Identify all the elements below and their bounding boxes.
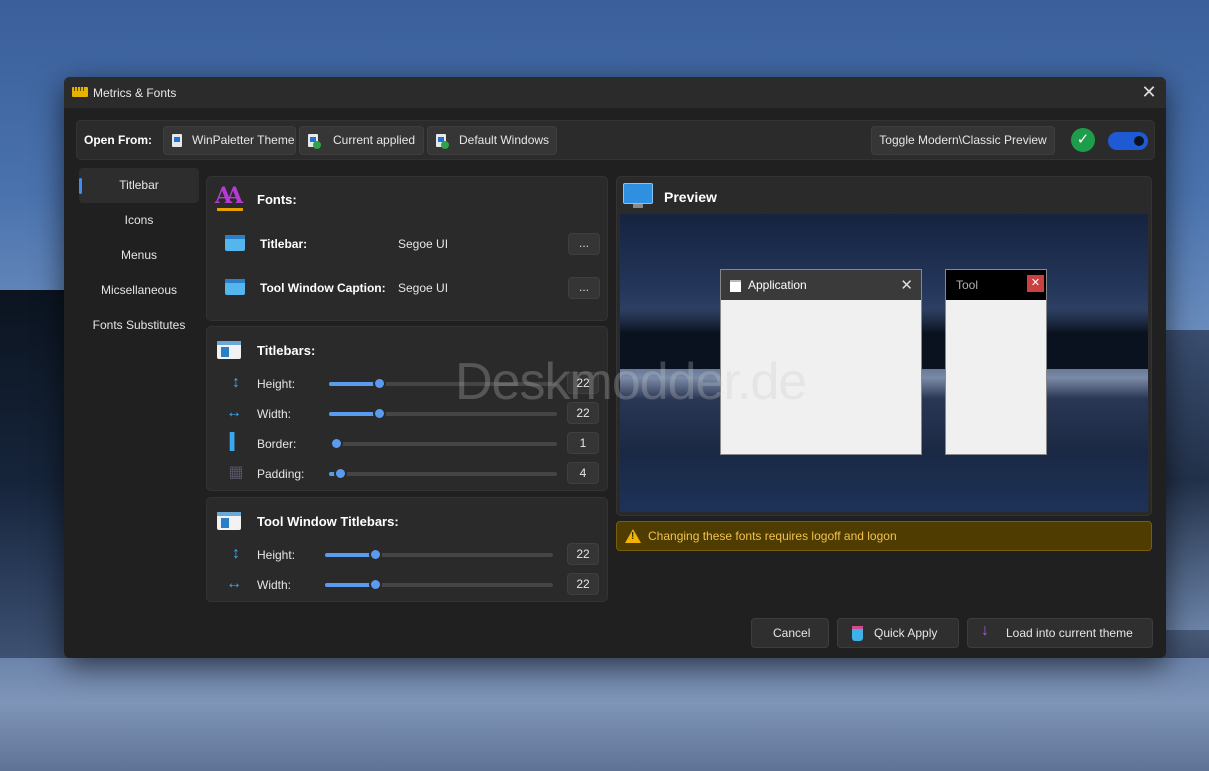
preview-toggle-switch[interactable] [1108,132,1148,150]
app-window-icon [730,280,741,292]
titlebar-window-icon [217,341,241,359]
titlebars-title: Titlebars: [257,343,316,358]
quick-apply-button[interactable]: Quick Apply [837,618,959,648]
tool-width-slider[interactable] [325,580,553,589]
monitor-icon [623,183,653,209]
open-current-applied-button[interactable]: Current applied [299,126,424,155]
paint-bucket-icon [852,626,863,641]
tool-caption-font-value: Segoe UI [398,281,449,295]
current-file-icon [308,134,321,149]
cancel-button[interactable]: Cancel [751,618,829,648]
close-button[interactable]: ✕ [1138,81,1160,103]
padding-grid-icon: ▦ [228,464,244,481]
load-into-theme-button[interactable]: ↓ Load into current theme [967,618,1153,648]
sidebar-item-titlebar[interactable]: Titlebar [79,168,199,203]
arrow-down-icon: ↓ [981,622,989,639]
theme-file-icon [172,134,182,147]
titlebar-border-value[interactable]: 1 [567,432,599,454]
titlebar-width-label: Width: [257,407,292,421]
watermark-text: Deskmodder.de [455,353,807,411]
titlebar-border-label: Border: [257,437,297,451]
titlebar-height-label: Height: [257,377,296,391]
titlebar-window-icon [225,235,245,251]
fonts-icon: AA [215,183,244,211]
fonts-panel: AA Fonts: Titlebar: Segoe UI ... Tool Wi… [206,176,608,321]
sidebar-item-menus[interactable]: Menus [79,238,199,273]
default-file-icon [436,134,449,149]
tool-caption-font-browse-button[interactable]: ... [568,277,600,299]
open-from-label: Open From: [84,133,152,147]
tool-titlebars-panel: Tool Window Titlebars: ↕ Height: 22 ↔ Wi… [206,497,608,602]
preview-panel: Preview Application ✕ Tool ✕ [616,176,1152,516]
tool-height-value[interactable]: 22 [567,543,599,565]
open-from-bar: Open From: WinPaletter Theme Current app… [76,120,1155,160]
window-title: Metrics & Fonts [93,86,177,100]
titlebar-padding-slider[interactable] [329,469,557,478]
warning-message: Changing these fonts requires logoff and… [648,529,897,543]
open-default-windows-button[interactable]: Default Windows [427,126,557,155]
tool-height-label: Height: [257,548,296,562]
width-arrow-icon: ↔ [226,575,242,592]
preview-tool-close-icon: ✕ [1027,275,1044,292]
background-lake [0,658,1209,771]
titlebar-width-slider[interactable] [329,409,557,418]
titlebar-padding-value[interactable]: 4 [567,462,599,484]
check-icon: ✓ [1071,128,1095,152]
preview-app-close-icon: ✕ [900,277,913,294]
titlebar-border-slider[interactable] [332,439,557,448]
window-titlebar[interactable]: Metrics & Fonts ✕ [64,77,1166,108]
background-trees-right [1165,330,1209,630]
sidebar-nav: Titlebar Icons Menus Micsellaneous Fonts… [79,168,199,343]
sidebar-item-fonts-substitutes[interactable]: Fonts Substitutes [79,308,199,343]
height-arrow-icon: ↕ [232,374,240,391]
toggle-preview-button[interactable]: Toggle Modern\Classic Preview [871,126,1055,155]
preview-tool-title: Tool [956,278,979,292]
tool-caption-font-label: Tool Window Caption: [260,281,386,295]
tool-height-slider[interactable] [325,550,553,559]
border-icon: ▍ [229,434,243,451]
sidebar-item-icons[interactable]: Icons [79,203,199,238]
preview-app-title: Application [748,278,807,292]
preview-title: Preview [664,189,717,205]
preview-tool-window: Tool ✕ [945,269,1047,455]
titlebar-font-browse-button[interactable]: ... [568,233,600,255]
tool-window-icon [225,279,245,295]
tool-width-value[interactable]: 22 [567,573,599,595]
tool-titlebar-window-icon [217,512,241,530]
height-arrow-icon: ↕ [232,545,240,562]
titlebar-font-label: Titlebar: [260,237,308,251]
width-arrow-icon: ↔ [226,404,242,421]
ruler-icon [72,87,88,97]
tool-width-label: Width: [257,578,292,592]
tool-titlebars-title: Tool Window Titlebars: [257,514,399,529]
sidebar-item-miscellaneous[interactable]: Micsellaneous [79,273,199,308]
fonts-title: Fonts: [257,192,297,207]
titlebar-padding-label: Padding: [257,467,305,481]
warning-banner: Changing these fonts requires logoff and… [616,521,1152,551]
open-winpaletter-theme-button[interactable]: WinPaletter Theme [163,126,296,155]
warning-icon [625,529,641,543]
titlebar-font-value: Segoe UI [398,237,449,251]
